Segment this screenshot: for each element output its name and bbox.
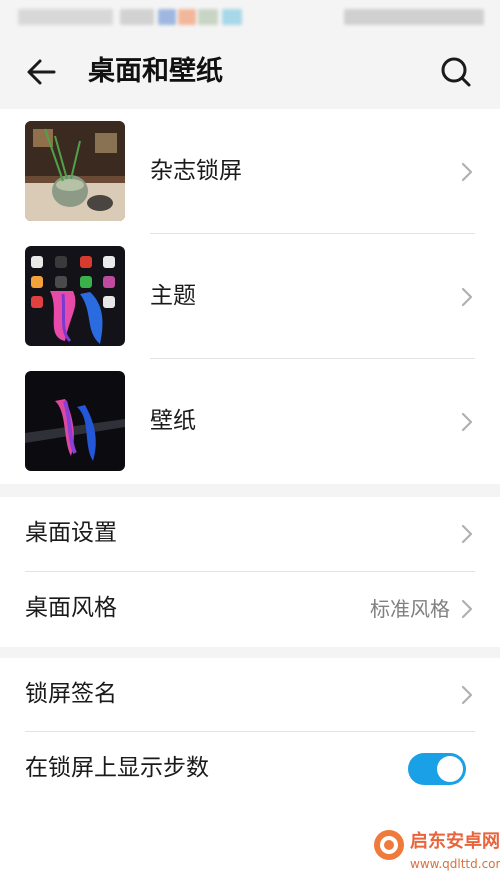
theme-thumbnail <box>25 246 125 346</box>
back-button[interactable] <box>24 54 64 90</box>
magazine-lockscreen-label: 杂志锁屏 <box>150 158 242 184</box>
search-button[interactable] <box>436 54 476 90</box>
desktop-style-label: 桌面风格 <box>25 595 117 621</box>
app-header: 桌面和壁纸 <box>0 36 500 108</box>
desktop-card: 桌面设置 桌面风格 标准风格 <box>0 497 500 647</box>
chevron-right-icon <box>461 524 473 544</box>
watermark-logo: 启东安卓网 www.qdlttd.com <box>372 824 500 889</box>
toggle-knob <box>437 756 463 782</box>
back-arrow-icon <box>27 59 56 85</box>
show-steps-row: 在锁屏上显示步数 <box>0 732 500 806</box>
theme-row[interactable]: 主题 <box>0 234 500 359</box>
status-bar <box>0 0 500 36</box>
lockscreen-signature-label: 锁屏签名 <box>25 681 117 707</box>
wallpaper-row[interactable]: 壁纸 <box>0 359 500 484</box>
desktop-style-value: 标准风格 <box>370 597 450 621</box>
magazine-lockscreen-row[interactable]: 杂志锁屏 <box>0 109 500 234</box>
page-title: 桌面和壁纸 <box>88 56 223 87</box>
lockscreen-signature-row[interactable]: 锁屏签名 <box>0 658 500 732</box>
watermark-logo-icon <box>374 830 404 860</box>
wallpaper-label: 壁纸 <box>150 408 196 434</box>
chevron-right-icon <box>461 412 473 432</box>
show-steps-label: 在锁屏上显示步数 <box>25 755 209 781</box>
desktop-style-row[interactable]: 桌面风格 标准风格 <box>0 572 500 646</box>
chevron-right-icon <box>461 599 473 619</box>
theme-label: 主题 <box>150 283 196 309</box>
desktop-settings-row[interactable]: 桌面设置 <box>0 497 500 571</box>
desktop-settings-label: 桌面设置 <box>25 520 117 546</box>
wallpaper-thumbnail <box>25 371 125 471</box>
theme-card: 杂志锁屏 主题 壁纸 <box>0 109 500 484</box>
show-steps-toggle[interactable] <box>408 753 466 785</box>
chevron-right-icon <box>461 685 473 705</box>
chevron-right-icon <box>461 287 473 307</box>
magazine-lockscreen-thumbnail <box>25 121 125 221</box>
chevron-right-icon <box>461 162 473 182</box>
search-icon <box>441 57 471 87</box>
